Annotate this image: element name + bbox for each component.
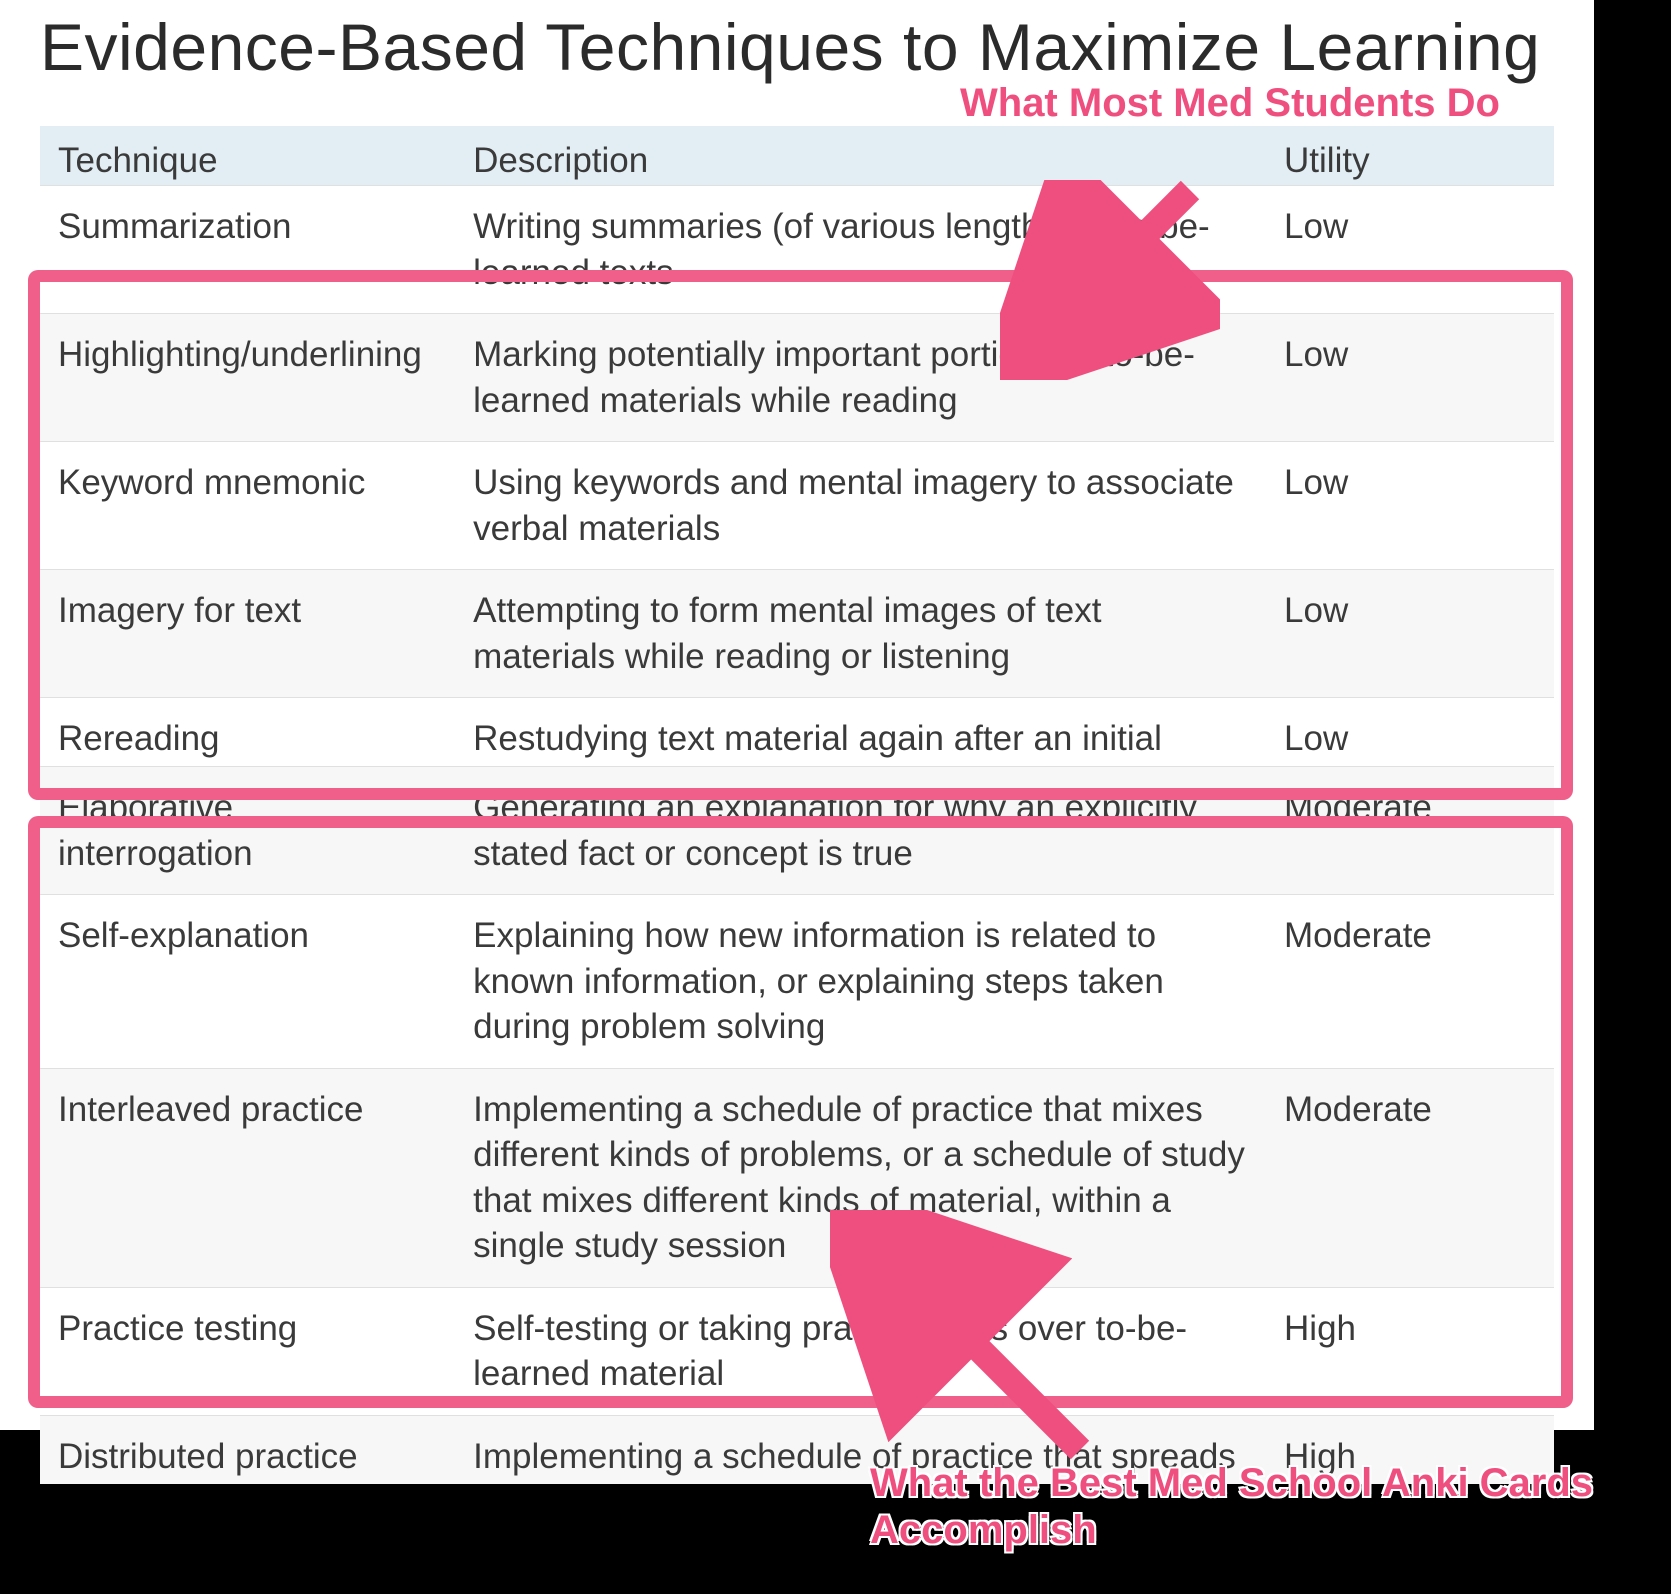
cell-technique: Self-explanation (40, 895, 455, 1069)
cell-utility: Moderate (1266, 895, 1554, 1069)
cell-technique: Imagery for text (40, 570, 455, 698)
cell-utility: Low (1266, 698, 1554, 767)
table-row: Distributed practice Implementing a sche… (40, 1415, 1554, 1484)
cell-description: Restudying text material again after an … (455, 698, 1266, 767)
table-row: Self-explanation Explaining how new info… (40, 895, 1554, 1069)
cell-description: Generating an explanation for why an exp… (455, 767, 1266, 895)
cell-description: Writing summaries (of various lengths) o… (455, 186, 1266, 314)
cell-utility: Low (1266, 442, 1554, 570)
cell-technique: Interleaved practice (40, 1068, 455, 1287)
document-page: Evidence-Based Techniques to Maximize Le… (0, 0, 1594, 1430)
col-utility: Utility (1266, 126, 1554, 186)
cell-utility: High (1266, 1287, 1554, 1415)
table-row: Imagery for text Attempting to form ment… (40, 570, 1554, 698)
cell-utility: High (1266, 1415, 1554, 1484)
table-header-row: Technique Description Utility (40, 126, 1554, 186)
cell-technique: Highlighting/underlining (40, 314, 455, 442)
col-technique: Technique (40, 126, 455, 186)
cell-description: Explaining how new information is relate… (455, 895, 1266, 1069)
techniques-table: Technique Description Utility Summarizat… (40, 126, 1554, 1484)
cell-description-clip: Restudying text material again after an … (473, 716, 1248, 766)
cell-technique: Summarization (40, 186, 455, 314)
cell-description: Implementing a schedule of practice that… (455, 1068, 1266, 1287)
cell-description: Attempting to form mental images of text… (455, 570, 1266, 698)
cell-description: Marking potentially important portions o… (455, 314, 1266, 442)
col-description: Description (455, 126, 1266, 186)
cell-technique: Elaborative interrogation (40, 767, 455, 895)
table-row: Practice testing Self-testing or taking … (40, 1287, 1554, 1415)
cell-description: Self-testing or taking practice tests ov… (455, 1287, 1266, 1415)
cell-utility: Low (1266, 186, 1554, 314)
cell-technique: Rereading (40, 698, 455, 767)
cell-description: Using keywords and mental imagery to ass… (455, 442, 1266, 570)
table-row: Elaborative interrogation Generating an … (40, 767, 1554, 895)
page-title: Evidence-Based Techniques to Maximize Le… (40, 10, 1554, 86)
table-row: Interleaved practice Implementing a sche… (40, 1068, 1554, 1287)
cell-utility: Low (1266, 314, 1554, 442)
cell-technique: Practice testing (40, 1287, 455, 1415)
cell-technique: Keyword mnemonic (40, 442, 455, 570)
cell-utility: Low (1266, 570, 1554, 698)
cell-utility: Moderate (1266, 767, 1554, 895)
cell-utility: Moderate (1266, 1068, 1554, 1287)
table-row: Highlighting/underlining Marking potenti… (40, 314, 1554, 442)
cell-description-clip: Implementing a schedule of practice that… (473, 1434, 1248, 1484)
table-row: Summarization Writing summaries (of vari… (40, 186, 1554, 314)
table-row: Rereading Restudying text material again… (40, 698, 1554, 767)
table-row: Keyword mnemonic Using keywords and ment… (40, 442, 1554, 570)
cell-description: Implementing a schedule of practice that… (455, 1415, 1266, 1484)
cell-technique: Distributed practice (40, 1415, 455, 1484)
